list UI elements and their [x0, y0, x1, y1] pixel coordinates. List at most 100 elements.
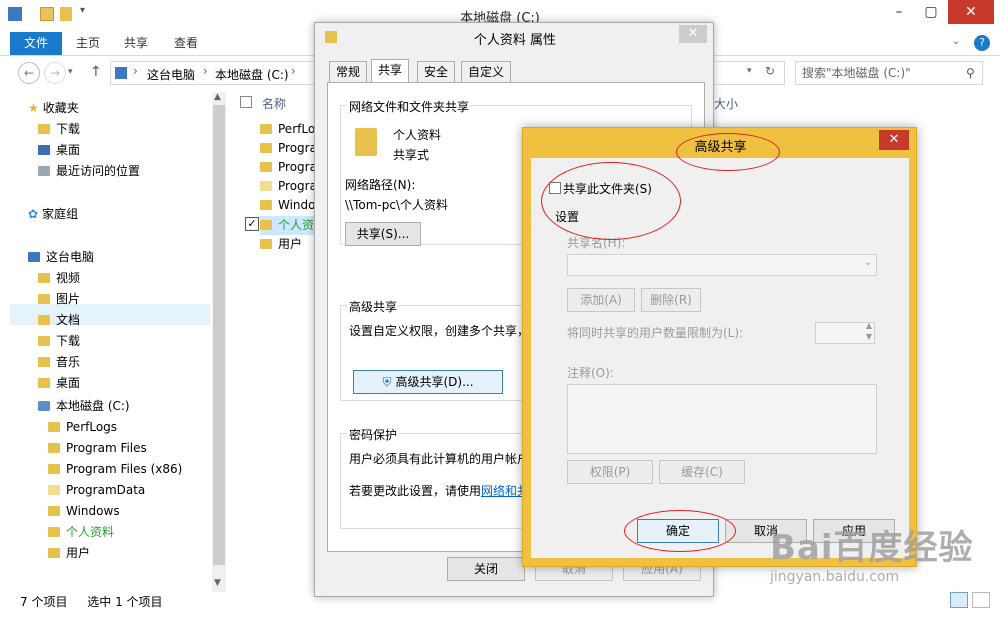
- maximize-icon[interactable]: ▢: [916, 0, 946, 24]
- folder-icon: [48, 506, 60, 516]
- nav-fav-desktop[interactable]: 桌面: [38, 140, 80, 161]
- select-all-checkbox[interactable]: [240, 96, 252, 108]
- remove-button[interactable]: 删除(R): [641, 288, 701, 312]
- address-dropdown-icon[interactable]: ▾: [747, 66, 752, 76]
- nav-label: 桌面: [56, 376, 81, 390]
- tab-sharing[interactable]: 共享: [371, 59, 410, 83]
- comment-label: 注释(O):: [567, 366, 614, 380]
- folder-name: 个人资料: [393, 128, 442, 142]
- close-button[interactable]: 关闭: [447, 557, 525, 581]
- nav-label: 最近访问的位置: [56, 164, 141, 178]
- recent-dropdown-icon[interactable]: ▾: [68, 67, 73, 77]
- advanced-sharing-button[interactable]: ⛨ 高级共享(D)...: [353, 370, 503, 394]
- nav-drive-windows[interactable]: Windows: [48, 501, 120, 522]
- folder-icon: [260, 181, 272, 191]
- permissions-button[interactable]: 权限(P): [567, 460, 653, 484]
- nav-drive-personal[interactable]: 个人资料: [48, 522, 114, 543]
- tab-security[interactable]: 安全: [417, 61, 456, 83]
- spin-down-icon[interactable]: ▼: [866, 332, 872, 341]
- nav-fav-recent[interactable]: 最近访问的位置: [38, 161, 140, 182]
- large-icons-view-icon[interactable]: [972, 592, 990, 608]
- folder-icon: [260, 124, 272, 134]
- nav-fav-downloads[interactable]: 下载: [38, 119, 80, 140]
- shield-icon: ⛨: [382, 375, 392, 389]
- close-icon[interactable]: ✕: [879, 130, 909, 150]
- file-name: Progra: [278, 141, 317, 155]
- details-view-icon[interactable]: [950, 592, 968, 608]
- spin-up-icon[interactable]: ▲: [866, 321, 872, 330]
- back-icon[interactable]: ←: [18, 62, 40, 84]
- nav-drive-program-files-x86[interactable]: Program Files (x86): [48, 459, 182, 480]
- scroll-down-icon[interactable]: ▼: [214, 578, 221, 588]
- music-icon: [38, 357, 50, 367]
- nav-drive-users[interactable]: 用户: [48, 543, 90, 564]
- caching-button[interactable]: 缓存(C): [659, 460, 745, 484]
- list-item[interactable]: Progra: [260, 177, 320, 196]
- tab-file[interactable]: 文件: [10, 32, 63, 55]
- breadcrumb-sep-icon: ›: [203, 64, 208, 78]
- ribbon-expand-icon[interactable]: ⌄: [952, 36, 960, 47]
- search-input[interactable]: 搜索"本地磁盘 (C:)" ⚲: [795, 61, 983, 85]
- list-item[interactable]: PerfLo: [260, 120, 320, 139]
- nav-pc-downloads[interactable]: 下载: [38, 331, 80, 352]
- nav-pc-documents[interactable]: 文档: [38, 310, 80, 331]
- nav-label: Windows: [66, 504, 120, 518]
- breadcrumb-this-pc[interactable]: 这台电脑: [147, 66, 195, 83]
- refresh-icon[interactable]: ↻: [765, 64, 775, 78]
- list-item[interactable]: Progra: [260, 139, 320, 158]
- nav-label: 本地磁盘 (C:): [56, 399, 130, 413]
- list-item[interactable]: Progra: [260, 158, 320, 177]
- list-item[interactable]: 用户: [260, 235, 320, 254]
- comment-textarea[interactable]: [567, 384, 877, 454]
- nav-label: 这台电脑: [46, 250, 95, 264]
- nav-pc-desktop[interactable]: 桌面: [38, 373, 80, 394]
- column-size-header[interactable]: 大小: [714, 95, 738, 112]
- user-limit-spinner[interactable]: ▲ ▼: [815, 321, 875, 344]
- file-name: 个人资: [278, 218, 315, 232]
- nav-homegroup[interactable]: ✿ 家庭组: [28, 204, 78, 225]
- drive-icon: [38, 401, 50, 411]
- status-count: 7 个项目: [20, 595, 68, 609]
- network-path-label: 网络路径(N):: [345, 178, 416, 192]
- forward-icon[interactable]: →: [44, 62, 66, 84]
- group-title: 高级共享: [347, 298, 400, 315]
- tab-share[interactable]: 共享: [110, 32, 162, 55]
- nav-drive-program-files[interactable]: Program Files: [48, 438, 147, 459]
- share-button[interactable]: 共享(S)...: [345, 222, 421, 246]
- list-item-selected[interactable]: 个人资: [260, 216, 320, 235]
- nav-label: 用户: [66, 546, 91, 560]
- status-bar: 7 个项目 选中 1 个项目: [20, 592, 163, 612]
- nav-scrollbar-thumb[interactable]: [213, 105, 225, 565]
- share-name-select[interactable]: ⌄: [567, 254, 877, 276]
- search-icon[interactable]: ⚲: [966, 62, 975, 84]
- tab-home[interactable]: 主页: [62, 32, 114, 55]
- close-icon[interactable]: ✕: [948, 0, 994, 24]
- column-name-header[interactable]: 名称: [262, 95, 286, 112]
- folder-icon: [260, 220, 272, 230]
- nav-this-pc[interactable]: 这台电脑: [28, 247, 94, 268]
- nav-pc-pictures[interactable]: 图片: [38, 289, 80, 310]
- folder-icon: [48, 443, 60, 453]
- watermark-url: jingyan.baidu.com: [770, 569, 900, 585]
- breadcrumb-drive[interactable]: 本地磁盘 (C:): [215, 66, 289, 83]
- nav-drive-perflogs[interactable]: PerfLogs: [48, 417, 117, 438]
- nav-favorites[interactable]: ★ 收藏夹: [28, 98, 79, 119]
- tab-view[interactable]: 查看: [160, 32, 212, 55]
- folder-share-state: 共享式: [393, 148, 430, 162]
- nav-pc-music[interactable]: 音乐: [38, 352, 80, 373]
- pictures-icon: [38, 294, 50, 304]
- help-icon[interactable]: ?: [974, 35, 990, 51]
- add-button[interactable]: 添加(A): [567, 288, 635, 312]
- up-icon[interactable]: ↑: [90, 64, 102, 80]
- tab-customize[interactable]: 自定义: [461, 61, 512, 83]
- close-icon[interactable]: ✕: [679, 25, 707, 43]
- folder-icon: [260, 143, 272, 153]
- nav-pc-videos[interactable]: 视频: [38, 268, 80, 289]
- item-checkbox[interactable]: ✓: [245, 217, 259, 231]
- list-item[interactable]: Windo: [260, 196, 320, 215]
- scroll-up-icon[interactable]: ▲: [214, 92, 221, 102]
- tab-general[interactable]: 常规: [329, 61, 368, 83]
- minimize-icon[interactable]: –: [884, 0, 914, 24]
- nav-drive-programdata[interactable]: ProgramData: [48, 480, 145, 501]
- nav-drive-c[interactable]: 本地磁盘 (C:): [38, 396, 130, 417]
